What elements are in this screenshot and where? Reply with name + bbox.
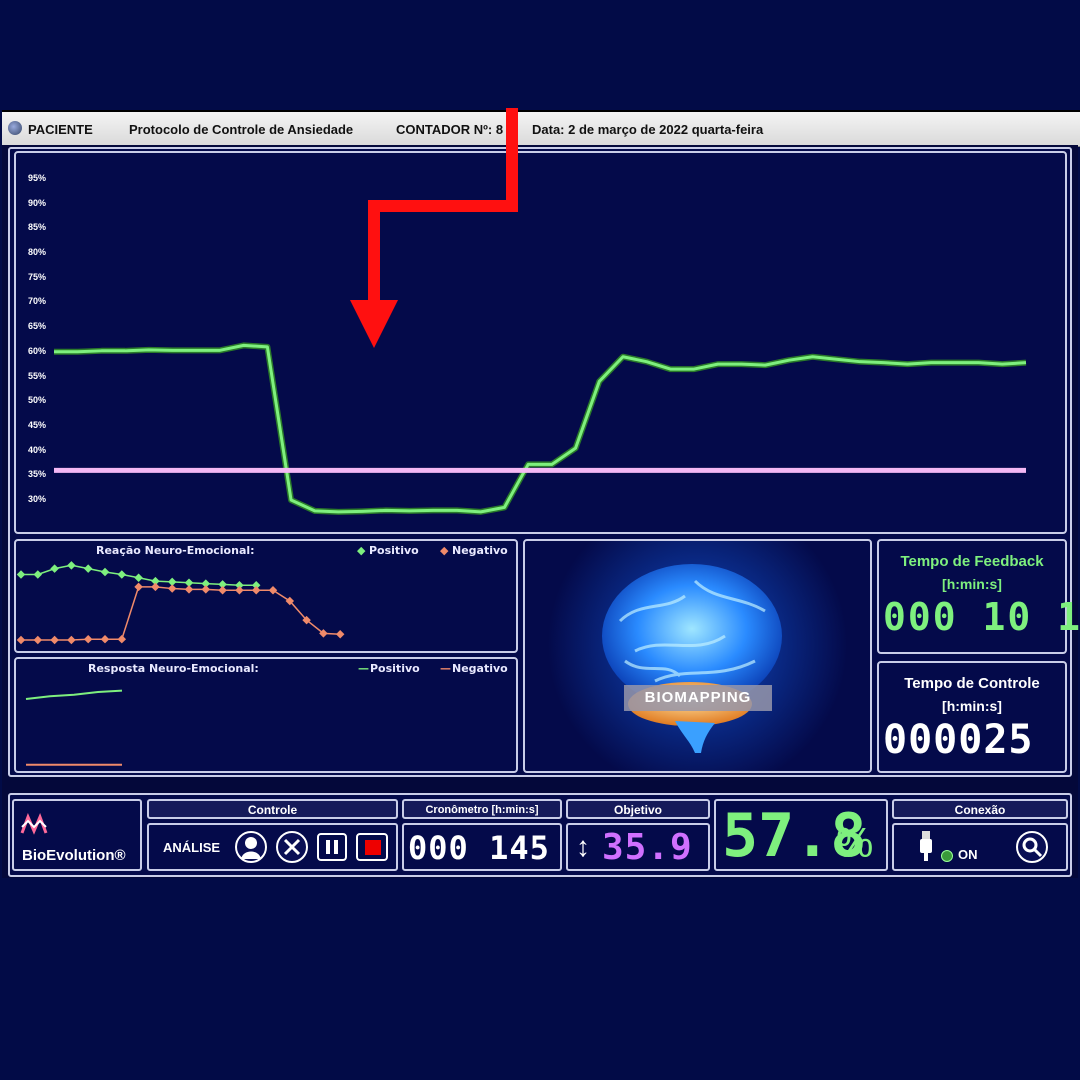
reacao-positivo-point (83, 564, 93, 573)
reacao-positivo-point (50, 564, 59, 573)
reacao-positivo-point (100, 567, 110, 577)
title-bar: PACIENTE Protocolo de Controle de Ansied… (2, 110, 1080, 147)
reacao-negativo-point (167, 584, 177, 593)
app-area: 95% 90% 85% 80% 75% 70% 65% 60% 55% 50% 45% 40% 35% 3… (2, 145, 1080, 878)
user-icon[interactable] (235, 831, 267, 863)
contador-label: CONTADOR Nº: 8 (396, 122, 504, 137)
reacao-negativo-point (134, 582, 143, 592)
controle-timer: 000025 (883, 717, 1034, 763)
controle-box: ANÁLISE (147, 823, 398, 871)
tools-icon[interactable] (276, 831, 308, 863)
pause-button[interactable] (317, 833, 347, 861)
objetivo-box: ↕ 35.9 (566, 823, 710, 871)
feedback-title: Tempo de Feedback (900, 553, 1044, 570)
series-positivo-line (54, 343, 1027, 514)
series-positivo-shadow (54, 342, 1027, 515)
reacao-negativo-point (251, 585, 261, 595)
logo-box: BioEvolution® (12, 799, 142, 871)
conexao-status: ON (958, 847, 978, 862)
reacao-negativo-point (268, 585, 278, 595)
percent-symbol: % (836, 819, 874, 866)
reacao-chart (16, 561, 345, 645)
conexao-header: Conexão (892, 799, 1068, 819)
controle-time-title: Tempo de Controle (904, 675, 1040, 692)
logo-text: BioEvolution® (22, 847, 126, 864)
reacao-negativo-point (184, 585, 194, 594)
updown-arrow-icon[interactable]: ↕ (576, 831, 590, 863)
resposta-panel: Resposta Neuro-Emocional: — Positivo — N… (14, 657, 518, 773)
main-chart-panel: 95% 90% 85% 80% 75% 70% 65% 60% 55% 50% 45% 40% 35% 3… (14, 151, 1067, 534)
reacao-positivo-point (16, 570, 26, 579)
reacao-negativo-point (33, 635, 43, 645)
feedback-timer: 000 10 1 (883, 595, 1080, 639)
cronometro-timer: 000 145 (408, 829, 550, 867)
reacao-negativo-point (335, 629, 345, 639)
reacao-positivo-point (33, 570, 43, 579)
controle-time-unit: [h:min:s] (942, 698, 1002, 714)
cronometro-header: Cronômetro [h:min:s] (402, 799, 562, 819)
reacao-negativo-point (67, 635, 76, 645)
pause-icon-bar (334, 840, 338, 854)
reacao-negativo-point (117, 634, 127, 644)
reacao-negativo-point (218, 585, 227, 595)
feedback-panel: Tempo de Feedback [h:min:s] 000 10 1 (877, 539, 1080, 654)
reacao-positivo-point (117, 570, 127, 579)
stop-button[interactable] (356, 833, 388, 861)
reacao-negativo-point (50, 635, 59, 645)
resposta-chart (25, 689, 123, 766)
usb-icon (920, 831, 932, 861)
reacao-negativo-point (235, 585, 244, 595)
percent-box: 57.8 % (714, 799, 888, 871)
reacao-positivo-point (134, 573, 143, 583)
reacao-negativo-point (16, 635, 26, 645)
biomapping-label: BIOMAPPING (624, 685, 772, 711)
reacao-negativo-point (151, 582, 160, 592)
protocol-label: Protocolo de Controle de Ansiedade (129, 122, 354, 137)
analise-label: ANÁLISE (163, 840, 221, 855)
objetivo-value: 35.9 (602, 827, 693, 868)
reacao-panel: Reação Neuro-Emocional: ◆ Positivo ◆ Neg… (14, 539, 518, 653)
connection-led (941, 850, 953, 862)
resposta-positivo-line (25, 689, 123, 700)
main-line-chart (54, 342, 1027, 515)
reacao-negativo-point (83, 634, 93, 644)
reacao-negativo-point (201, 585, 211, 594)
biomapping-panel: BIOMAPPING (523, 539, 872, 773)
feedback-unit: [h:min:s] (942, 576, 1002, 592)
window-title: PACIENTE (28, 122, 93, 137)
date-label: Data: 2 de março de 2022 quarta-feira (532, 122, 764, 137)
pause-icon (326, 840, 330, 854)
conexao-box: ON (892, 823, 1068, 871)
controle-header: Controle (147, 799, 398, 819)
stop-icon (365, 840, 381, 855)
controle-time-panel: Tempo de Controle [h:min:s] 000025 (877, 661, 1067, 773)
logo-icon (20, 813, 48, 835)
brain-icon (602, 564, 782, 753)
app-globe-icon (8, 121, 22, 135)
search-icon[interactable] (1016, 831, 1048, 863)
cronometro-box: 000 145 (402, 823, 562, 871)
reacao-negativo-point (100, 634, 110, 644)
reacao-positivo-point (67, 561, 76, 570)
reacao-negativo-line (21, 586, 341, 641)
objetivo-header: Objetivo (566, 799, 710, 819)
